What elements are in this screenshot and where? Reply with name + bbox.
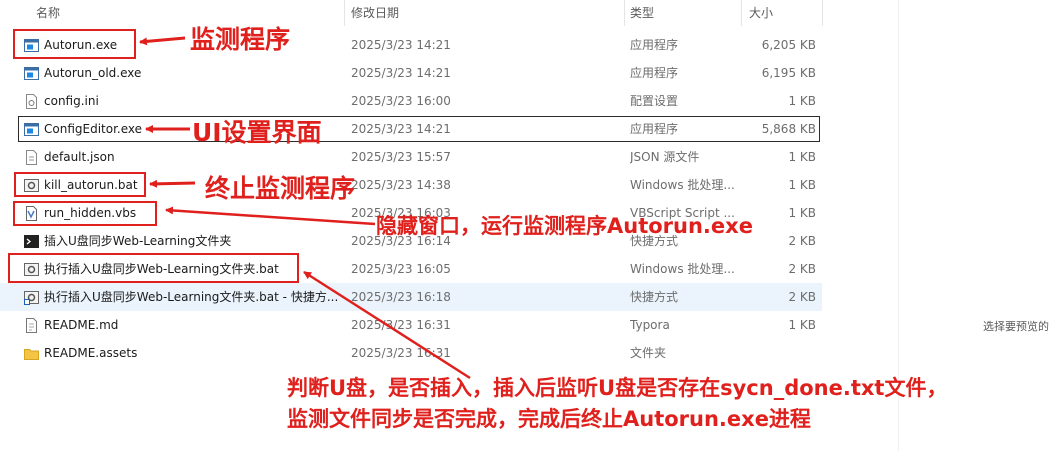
arrow-monitor [139, 36, 186, 46]
preview-hint: 选择要预览的 [983, 320, 1049, 333]
annotation-usb-line2: 监测文件同步是否完成，完成后终止Autorun.exe进程 [287, 407, 811, 431]
annotation-hide-window: 隐藏窗口，运行监测程序Autorun.exe [376, 214, 753, 238]
annotation-stop-monitor: 终止监测程序 [205, 174, 356, 203]
annotation-ui-settings: UI设置界面 [192, 118, 322, 147]
arrow-stop-monitor [149, 179, 196, 188]
annotation-monitor: 监测程序 [190, 25, 291, 54]
annotation-usb-line1: 判断U盘，是否插入，插入后监听U盘是否存在sycn_done.txt文件， [287, 376, 948, 400]
arrow-hide-window [165, 206, 376, 226]
arrow-usb [303, 270, 471, 380]
